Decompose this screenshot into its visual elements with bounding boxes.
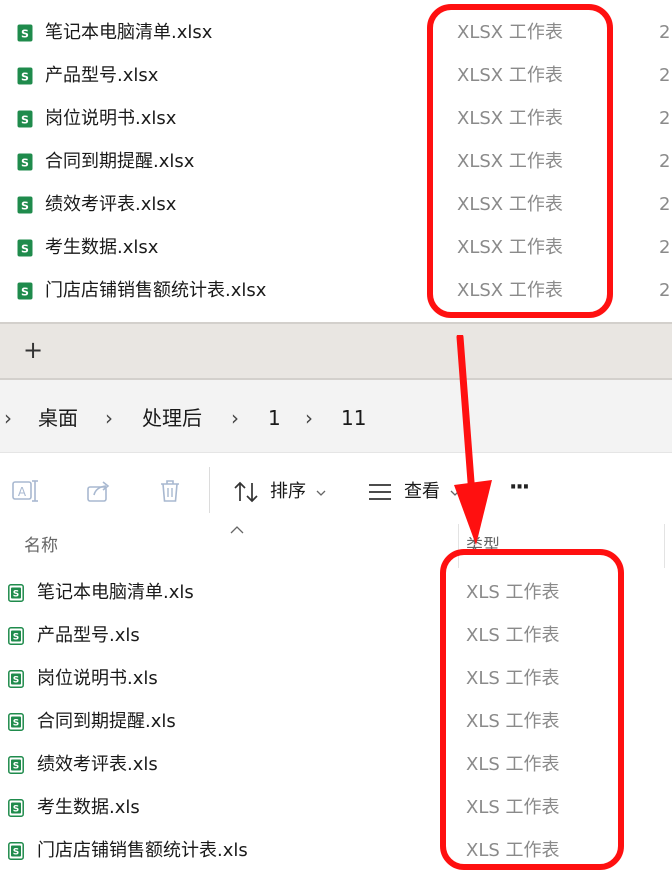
new-tab-button[interactable]: + (23, 336, 43, 364)
file-name: 绩效考评表.xlsx (45, 194, 177, 215)
svg-text:S: S (21, 243, 29, 256)
svg-text:S: S (13, 590, 19, 600)
excel-file-icon: S (8, 713, 24, 731)
file-name: 笔记本电脑清单.xlsx (45, 22, 213, 43)
svg-text:S: S (13, 676, 19, 686)
file-date: 2 (659, 22, 671, 43)
excel-file-icon: S (17, 239, 33, 257)
file-name: 考生数据.xls (37, 797, 140, 818)
excel-file-icon: S (17, 24, 33, 42)
file-name: 岗位说明书.xlsx (45, 108, 177, 129)
excel-file-icon: S (8, 584, 24, 602)
excel-file-icon: S (17, 196, 33, 214)
file-name: 产品型号.xlsx (45, 65, 159, 86)
sort-icon (234, 481, 258, 503)
file-date: 2 (659, 65, 671, 86)
excel-file-icon: S (8, 842, 24, 860)
file-name: 门店店铺销售额统计表.xlsx (45, 280, 267, 301)
sort-ascending-icon (230, 526, 244, 534)
svg-text:S: S (13, 805, 19, 815)
breadcrumb-folder-1[interactable]: 1 (268, 406, 281, 430)
svg-text:S: S (21, 200, 29, 213)
annotation-arrow-icon (454, 335, 492, 545)
svg-text:S: S (13, 719, 19, 729)
toolbar-divider (209, 467, 210, 513)
breadcrumb-desktop[interactable]: 桌面 (38, 406, 78, 430)
breadcrumb-separator: › (4, 406, 12, 430)
svg-text:S: S (21, 114, 29, 127)
excel-file-icon: S (8, 670, 24, 688)
share-icon[interactable] (86, 479, 112, 503)
file-name: 笔记本电脑清单.xls (37, 582, 194, 603)
file-date: 2 (659, 237, 671, 258)
file-name: 岗位说明书.xls (37, 668, 158, 689)
column-header-name[interactable]: 名称 (24, 536, 58, 556)
breadcrumb-separator: › (231, 406, 239, 430)
svg-text:A: A (18, 485, 27, 499)
file-name: 产品型号.xls (37, 625, 140, 646)
column-divider[interactable] (664, 524, 665, 568)
file-name: 绩效考评表.xls (37, 754, 158, 775)
excel-file-icon: S (17, 282, 33, 300)
file-name: 合同到期提醒.xls (37, 711, 176, 732)
svg-text:S: S (13, 762, 19, 772)
svg-text:S: S (13, 633, 19, 643)
excel-file-icon: S (17, 67, 33, 85)
excel-file-icon: S (17, 110, 33, 128)
file-date: 2 (659, 108, 671, 129)
file-name: 门店店铺销售额统计表.xls (37, 840, 248, 861)
file-name: 考生数据.xlsx (45, 237, 159, 258)
highlight-box-xls (440, 549, 624, 870)
tab-bar: + (0, 322, 672, 380)
more-options-button[interactable]: ··· (509, 475, 530, 501)
file-date: 2 (659, 194, 671, 215)
sort-button[interactable]: 排序 (232, 477, 332, 507)
svg-text:S: S (21, 71, 29, 84)
breadcrumb-separator: › (105, 406, 113, 430)
breadcrumb-separator: › (305, 406, 313, 430)
excel-file-icon: S (17, 153, 33, 171)
svg-text:S: S (21, 28, 29, 41)
command-toolbar: A 排序 查看 ··· (0, 452, 672, 525)
view-list-icon (369, 484, 391, 500)
svg-text:S: S (13, 848, 19, 858)
file-date: 2 (659, 280, 671, 301)
file-date: 2 (659, 151, 671, 172)
address-bar[interactable] (0, 380, 672, 452)
chevron-down-icon (316, 490, 326, 496)
trash-icon[interactable] (158, 479, 182, 503)
highlight-box-xlsx (427, 4, 613, 318)
breadcrumb-folder-11[interactable]: 11 (341, 406, 366, 430)
excel-file-icon: S (8, 799, 24, 817)
view-label: 查看 (404, 481, 440, 502)
excel-file-icon: S (8, 627, 24, 645)
breadcrumb-processed[interactable]: 处理后 (142, 406, 202, 430)
file-name: 合同到期提醒.xlsx (45, 151, 195, 172)
sort-label: 排序 (270, 481, 306, 502)
rename-icon[interactable]: A (12, 479, 40, 503)
svg-text:S: S (21, 157, 29, 170)
excel-file-icon: S (8, 756, 24, 774)
svg-text:S: S (21, 286, 29, 299)
